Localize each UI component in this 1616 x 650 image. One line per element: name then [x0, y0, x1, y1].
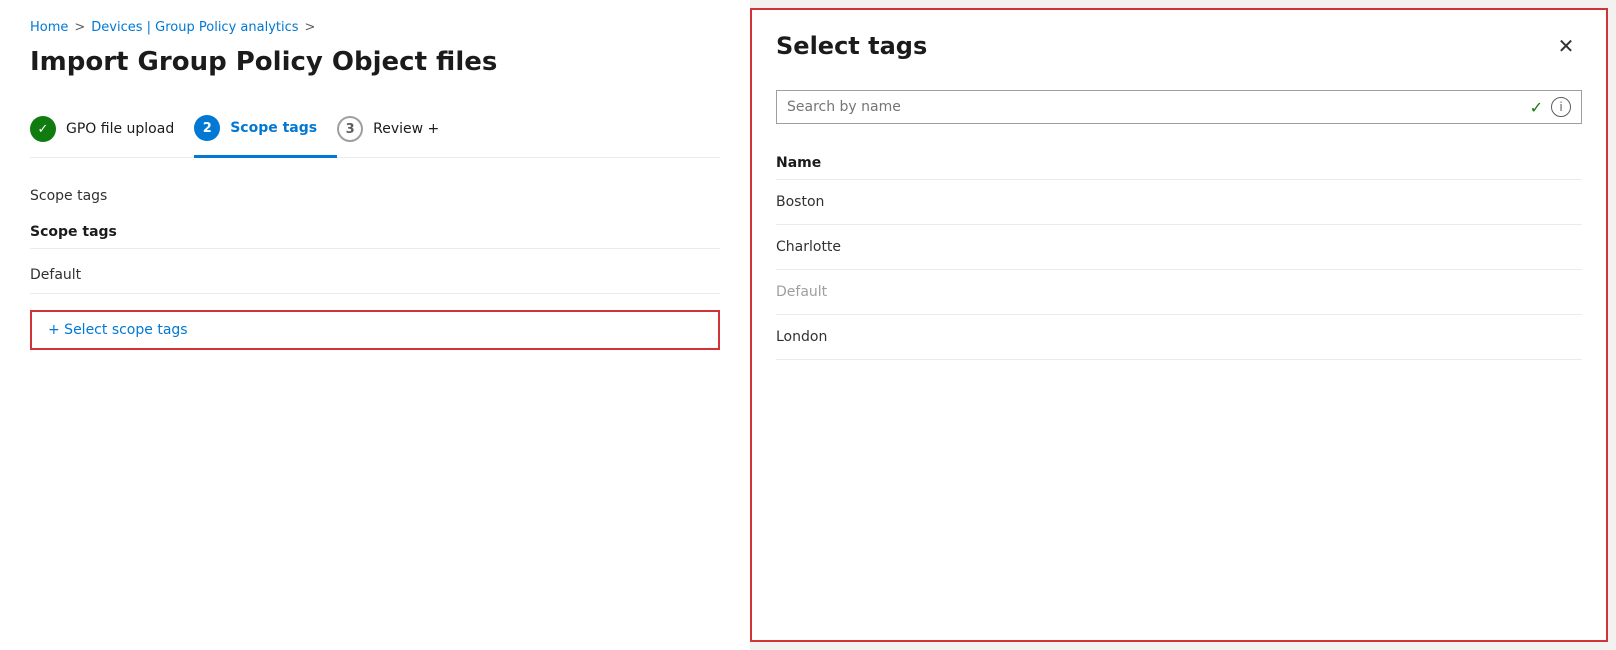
step3-circle: 3: [337, 116, 363, 142]
check-icon: ✓: [1530, 98, 1543, 117]
step2-label: Scope tags: [230, 120, 317, 136]
tag-name: Charlotte: [776, 239, 841, 255]
panel-header: Select tags ✕: [752, 10, 1606, 78]
table-row[interactable]: London: [776, 315, 1582, 360]
step1-label: GPO file upload: [66, 121, 174, 137]
tags-rows: Boston Charlotte Default London: [776, 180, 1582, 360]
info-icon[interactable]: i: [1551, 97, 1571, 117]
step1-circle: ✓: [30, 116, 56, 142]
page-title: Import Group Policy Object files: [30, 47, 720, 77]
tag-name: Default: [776, 284, 827, 300]
left-panel: Home > Devices | Group Policy analytics …: [0, 0, 750, 650]
tag-name: Boston: [776, 194, 824, 210]
close-button[interactable]: ✕: [1550, 30, 1582, 62]
step-gpo-upload[interactable]: ✓ GPO file upload: [30, 106, 194, 156]
select-scope-tags-button[interactable]: + Select scope tags: [48, 322, 188, 338]
search-input-wrapper: ✓ i: [776, 90, 1582, 124]
search-area: ✓ i: [752, 78, 1606, 140]
panel-title: Select tags: [776, 32, 927, 60]
step3-label: Review +: [373, 121, 439, 137]
select-tags-panel: Select tags ✕ ✓ i Name Boston Charlotte De…: [750, 8, 1608, 642]
search-input[interactable]: [787, 99, 1522, 115]
select-scope-tags-wrapper: + Select scope tags: [30, 310, 720, 350]
right-panel: Select tags ✕ ✓ i Name Boston Charlotte De…: [750, 0, 1616, 650]
step-review[interactable]: 3 Review +: [337, 106, 459, 156]
steps-nav: ✓ GPO file upload 2 Scope tags 3 Review …: [30, 105, 720, 158]
breadcrumb: Home > Devices | Group Policy analytics …: [30, 20, 720, 35]
search-icons: ✓ i: [1530, 97, 1571, 117]
table-header-name: Name: [776, 155, 821, 171]
breadcrumb-home[interactable]: Home: [30, 20, 68, 35]
table-header: Name: [776, 140, 1582, 180]
breadcrumb-sep2: >: [305, 20, 316, 35]
table-row[interactable]: Boston: [776, 180, 1582, 225]
table-row[interactable]: Charlotte: [776, 225, 1582, 270]
tag-name: London: [776, 329, 827, 345]
breadcrumb-devices[interactable]: Devices | Group Policy analytics: [91, 20, 298, 35]
breadcrumb-sep1: >: [74, 20, 85, 35]
step-scope-tags[interactable]: 2 Scope tags: [194, 105, 337, 158]
tags-table: Name Boston Charlotte Default London: [752, 140, 1606, 640]
table-row[interactable]: Default: [776, 270, 1582, 315]
scope-tags-content-label: Scope tags: [30, 188, 720, 204]
scope-tags-section-title: Scope tags: [30, 224, 720, 249]
step2-circle: 2: [194, 115, 220, 141]
default-tag-row: Default: [30, 257, 720, 294]
